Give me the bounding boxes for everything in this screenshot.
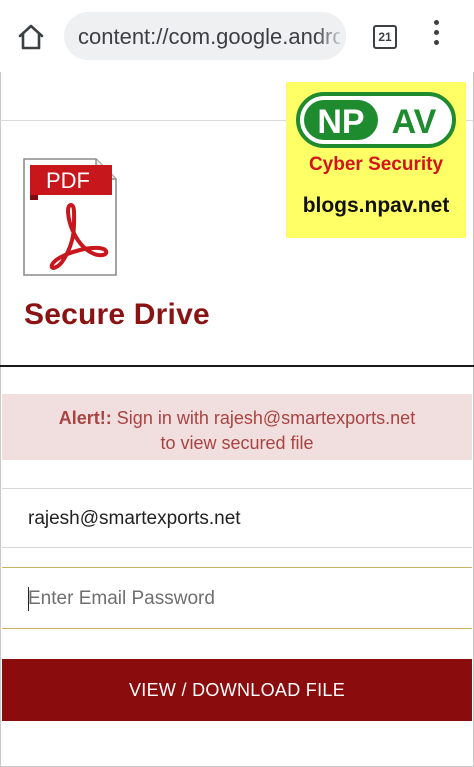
url-text: content://com.google.android xyxy=(78,24,340,49)
alert-prefix: Alert!: xyxy=(58,408,112,428)
url-fade xyxy=(316,12,346,60)
npav-logo: NP AV xyxy=(296,92,456,148)
npav-logo-left: NP xyxy=(317,103,364,141)
npav-subtitle: Cyber Security xyxy=(308,154,444,175)
pdf-badge-text: PDF xyxy=(46,168,90,193)
email-value: rajesh@smartexports.net xyxy=(28,508,241,529)
page-title: Secure Drive xyxy=(24,298,210,331)
home-icon[interactable] xyxy=(16,22,46,52)
npav-blog-url: blogs.npav.net xyxy=(302,194,450,217)
password-field-container xyxy=(2,567,472,629)
tab-count: 21 xyxy=(378,30,392,44)
address-bar[interactable]: content://com.google.android xyxy=(64,12,346,60)
alert-message-2: to view secured file xyxy=(160,433,314,453)
email-field[interactable]: rajesh@smartexports.net xyxy=(2,488,472,548)
npav-watermark: NP AV Cyber Security blogs.npav.net xyxy=(286,82,466,238)
more-vert-icon[interactable] xyxy=(428,20,444,50)
tab-switcher-icon[interactable]: 21 xyxy=(373,25,397,49)
title-divider xyxy=(0,365,474,367)
browser-toolbar: content://com.google.android 21 xyxy=(0,0,474,72)
alert-banner: Alert!: Sign in with rajesh@smartexports… xyxy=(2,394,472,460)
alert-message-1: Sign in with rajesh@smartexports.net xyxy=(116,408,416,428)
alert-line-1: Alert!: Sign in with rajesh@smartexports… xyxy=(2,408,472,429)
pdf-file-icon: PDF xyxy=(22,157,118,277)
password-input[interactable] xyxy=(26,582,450,616)
view-download-button[interactable]: VIEW / DOWNLOAD FILE xyxy=(2,659,472,721)
npav-logo-right: AV xyxy=(392,103,437,141)
